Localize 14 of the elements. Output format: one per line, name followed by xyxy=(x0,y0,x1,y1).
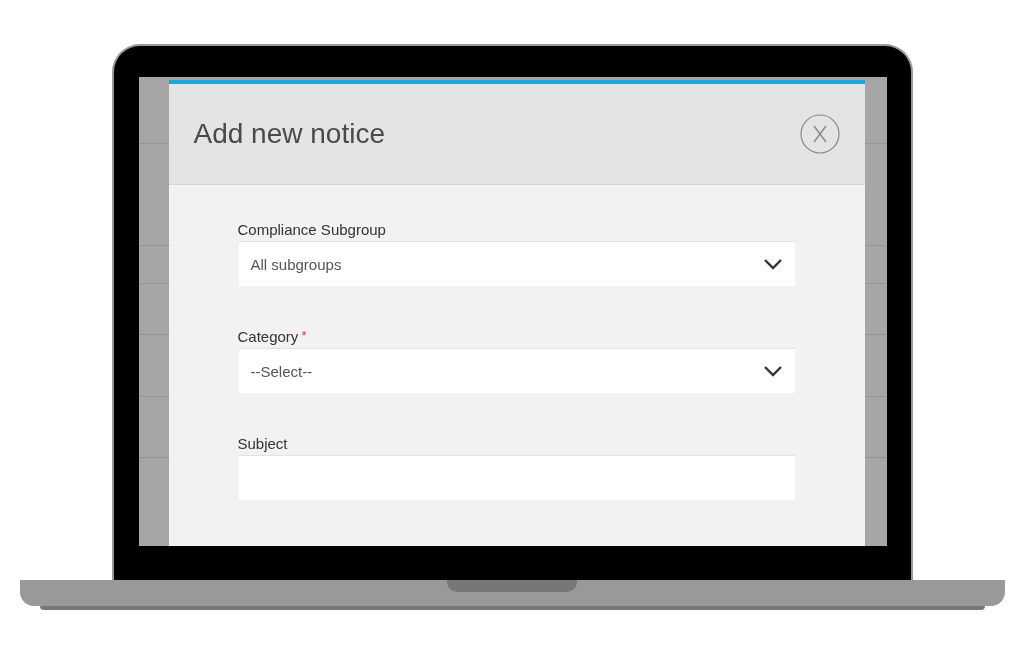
required-mark: * xyxy=(301,328,307,343)
input-field[interactable] xyxy=(238,455,795,500)
select-field[interactable]: --Select-- xyxy=(238,348,795,393)
select-value: --Select-- xyxy=(250,362,313,380)
chevron-down-icon xyxy=(762,258,783,270)
field-label: Compliance Subgroup xyxy=(237,221,386,238)
chevron-down-icon xyxy=(762,365,783,377)
select-value: All subgroups xyxy=(250,255,342,273)
close-button[interactable] xyxy=(799,114,840,154)
field-label: Category xyxy=(237,328,299,345)
close-icon xyxy=(799,114,840,154)
field-label: Subject xyxy=(237,435,288,452)
dialog-title: Add new notice xyxy=(193,118,385,150)
select-field[interactable]: All subgroups xyxy=(238,241,795,286)
